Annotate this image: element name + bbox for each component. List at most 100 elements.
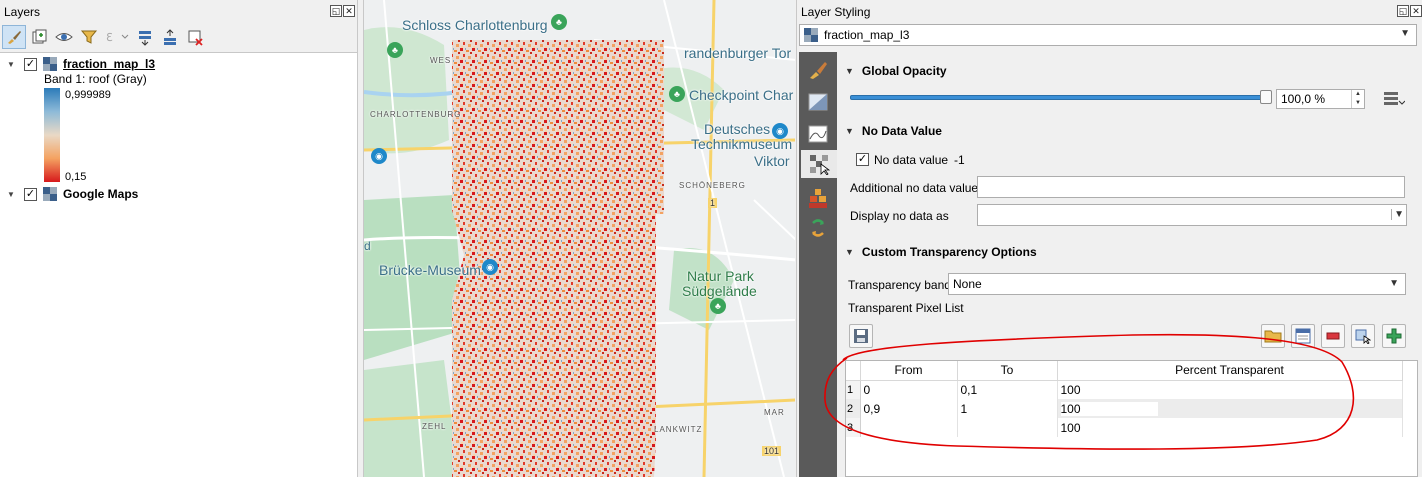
cell-percent[interactable]: 100: [1057, 418, 1403, 437]
layer-styling-title: Layer Styling: [801, 5, 871, 19]
chevron-down-icon: ▼: [1389, 278, 1399, 289]
park-poi-icon[interactable]: ♣: [551, 14, 567, 30]
map-canvas[interactable]: Schloss Charlottenburg randenburger Tor …: [363, 0, 795, 477]
ramp-min-label: 0,15: [65, 171, 87, 183]
float-panel-icon[interactable]: ◱: [330, 5, 342, 17]
eye-icon[interactable]: [52, 25, 76, 49]
museum-poi-icon[interactable]: ◉: [772, 123, 788, 139]
collapse-arrow-icon[interactable]: ▼: [6, 59, 16, 69]
tree-poi-icon[interactable]: ♣: [710, 298, 726, 314]
raster-layer-icon: [43, 57, 57, 71]
layer-visibility-checkbox[interactable]: ✓: [24, 187, 37, 201]
global-opacity-group[interactable]: ▼ Global Opacity: [845, 62, 947, 80]
layer-row-fraction-map[interactable]: ▼ ✓ fraction_map_l3: [0, 55, 155, 73]
styling-dock-buttons: ◱ ✕: [1397, 5, 1422, 17]
raster-layer-icon: [804, 28, 818, 42]
row-number: 2: [846, 399, 861, 418]
symbology-tab-icon[interactable]: [803, 56, 833, 84]
camera-poi-icon[interactable]: ◉: [371, 148, 387, 164]
cell-to[interactable]: 0,1: [957, 380, 1058, 399]
transparent-pixel-table: From To Percent Transparent 1 0 0,1 100: [845, 360, 1418, 477]
collapse-all-icon[interactable]: [158, 25, 182, 49]
expand-all-icon[interactable]: [133, 25, 157, 49]
group-title: Custom Transparency Options: [861, 245, 1037, 259]
no-data-checkbox[interactable]: ✓: [856, 153, 869, 166]
no-data-color-button[interactable]: ▼: [977, 204, 1407, 226]
road-shield-1: 1: [708, 198, 718, 208]
column-header-to[interactable]: To: [957, 361, 1058, 381]
cell-from[interactable]: 0: [860, 380, 958, 399]
layer-select-combo[interactable]: fraction_map_l3 ▼: [799, 24, 1417, 46]
add-row-icon[interactable]: [1382, 324, 1406, 348]
layer-styling-panel: Layer Styling ◱ ✕ fraction_map_l3 ▼ ▼ Gl…: [796, 0, 1422, 477]
remove-layer-icon[interactable]: [183, 25, 207, 49]
map-label-deutsches: Deutsches: [704, 121, 771, 137]
open-folder-icon[interactable]: [1261, 324, 1285, 348]
save-icon[interactable]: [849, 324, 873, 348]
opacity-slider[interactable]: [850, 95, 1268, 100]
paintbrush-icon[interactable]: [2, 25, 26, 49]
map-label-lankwitz: LANKWITZ: [654, 425, 703, 434]
close-panel-icon[interactable]: ✕: [343, 5, 355, 17]
band-label: Band 1: roof (Gray): [44, 72, 147, 86]
transparency-band-combo[interactable]: None ▼: [948, 273, 1406, 295]
collapse-arrow-icon[interactable]: ▼: [6, 189, 16, 199]
pyramids-tab-icon[interactable]: [803, 184, 833, 212]
table-row[interactable]: 1 0 0,1 100: [846, 380, 1403, 399]
histogram-tab-icon[interactable]: [803, 120, 833, 148]
cell-to[interactable]: 1: [957, 399, 1058, 418]
road-shield-101: 101: [762, 446, 782, 456]
layer-name: fraction_map_l3: [63, 57, 156, 71]
default-values-icon[interactable]: [1291, 324, 1315, 348]
display-no-data-label: Display no data as: [850, 209, 949, 223]
spin-arrows-icon[interactable]: ▲ ▼: [1351, 90, 1364, 108]
layers-toolbar: ℇ: [2, 24, 207, 50]
cell-from[interactable]: [860, 418, 958, 437]
no-data-label: No data value: [874, 153, 949, 167]
pick-pixel-icon[interactable]: [1351, 324, 1375, 348]
corner-header: [846, 361, 861, 381]
close-panel-icon[interactable]: ✕: [1410, 5, 1422, 17]
table-row[interactable]: 3 100: [846, 418, 1403, 437]
styling-properties: ▼ Global Opacity 100,0 % ▲ ▼ ▼ No Data Va…: [841, 52, 1419, 477]
additional-no-data-label: Additional no data value: [850, 181, 979, 195]
column-header-percent[interactable]: Percent Transparent: [1057, 361, 1403, 381]
map-label-suedgelaende: Südgelände: [682, 283, 757, 299]
custom-transparency-group[interactable]: ▼ Custom Transparency Options: [845, 243, 1037, 261]
group-title: No Data Value: [861, 124, 942, 138]
layers-panel-title: Layers: [4, 5, 41, 19]
history-tab-icon[interactable]: [803, 214, 833, 242]
table-row[interactable]: 2 0,9 1 100: [846, 399, 1403, 418]
filter-icon[interactable]: [77, 25, 101, 49]
no-data-group[interactable]: ▼ No Data Value: [845, 122, 942, 140]
group-title: Global Opacity: [861, 64, 947, 78]
map-label-west: WES: [430, 56, 452, 65]
transparency-tab-icon[interactable]: [803, 88, 833, 116]
museum-poi-icon[interactable]: ◉: [482, 259, 498, 275]
cell-to[interactable]: [957, 418, 1058, 437]
layer-row-google-maps[interactable]: ▼ ✓ Google Maps: [0, 185, 138, 203]
layer-tree: ▼ ✓ fraction_map_l3 Band 1: roof (Gray) …: [0, 52, 357, 477]
opacity-spinbox[interactable]: 100,0 % ▲ ▼: [1276, 89, 1365, 109]
layer-visibility-checkbox[interactable]: ✓: [24, 57, 37, 71]
park-poi-icon[interactable]: ♣: [387, 42, 403, 58]
transparency-active-tab-icon[interactable]: [801, 150, 837, 178]
cell-percent[interactable]: 100: [1057, 399, 1403, 418]
cell-percent[interactable]: 100: [1057, 380, 1403, 399]
fraction-raster-overlay: [452, 40, 664, 477]
pixel-list-label: Transparent Pixel List: [848, 301, 964, 315]
opacity-slider-handle[interactable]: [1260, 90, 1272, 104]
remove-row-icon[interactable]: [1321, 324, 1345, 348]
map-label-mar: MAR: [764, 408, 785, 417]
additional-no-data-input[interactable]: [977, 176, 1405, 198]
expression-filter-icon[interactable]: ℇ: [102, 25, 132, 49]
map-label-natur-park: Natur Park: [687, 268, 754, 284]
collapse-arrow-icon: ▼: [845, 126, 854, 136]
add-group-icon[interactable]: [27, 25, 51, 49]
column-header-from[interactable]: From: [860, 361, 958, 381]
data-defined-override-icon[interactable]: [1381, 89, 1406, 112]
float-panel-icon[interactable]: ◱: [1397, 5, 1409, 17]
map-label-schoneberg: SCHÖNEBERG: [679, 181, 746, 190]
park-poi-icon[interactable]: ♣: [669, 86, 685, 102]
cell-from[interactable]: 0,9: [860, 399, 958, 418]
